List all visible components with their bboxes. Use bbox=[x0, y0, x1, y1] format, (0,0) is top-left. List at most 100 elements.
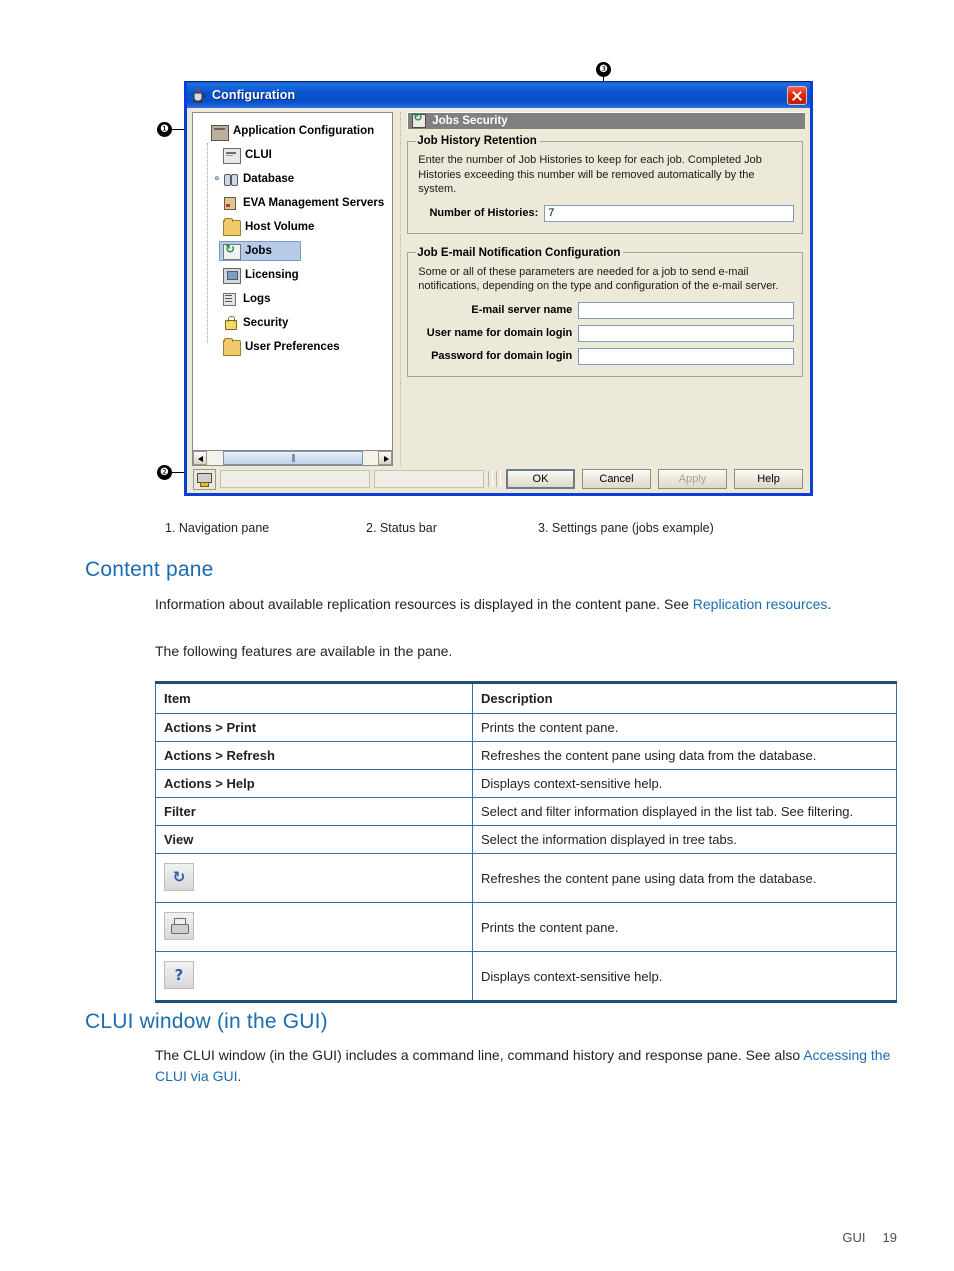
domain-username-label: User name for domain login bbox=[426, 327, 573, 339]
scroll-right-arrow-icon[interactable] bbox=[378, 451, 393, 465]
tree-item-label: CLUI bbox=[245, 149, 272, 161]
scroll-thumb[interactable] bbox=[223, 451, 363, 465]
tree-item-label: Licensing bbox=[245, 269, 299, 281]
logs-icon bbox=[223, 292, 239, 307]
dialog-panes: Application Configuration CLUI ⚬ Databas… bbox=[188, 108, 809, 466]
paragraph-text: The CLUI window (in the GUI) includes a … bbox=[155, 1047, 804, 1063]
cell-description: Refreshes the content pane using data fr… bbox=[472, 741, 897, 770]
email-server-name-row: E-mail server name bbox=[416, 301, 794, 319]
clui-icon bbox=[223, 148, 241, 164]
server-icon bbox=[223, 196, 239, 210]
tree-item-label: Logs bbox=[243, 293, 271, 305]
apply-button: Apply bbox=[658, 469, 727, 489]
java-coffee-cup-icon bbox=[191, 87, 207, 103]
cell-item-icon: ? bbox=[155, 951, 473, 1003]
content-pane-heading: Content pane bbox=[85, 558, 214, 581]
page-footer: GUI 19 bbox=[842, 1230, 897, 1245]
domain-username-input[interactable] bbox=[578, 324, 794, 342]
dialog-body: Application Configuration CLUI ⚬ Databas… bbox=[188, 108, 809, 492]
footer-page-number: 19 bbox=[882, 1230, 897, 1245]
tree-item-jobs[interactable]: Jobs bbox=[193, 239, 384, 263]
domain-username-row: User name for domain login bbox=[416, 324, 794, 342]
table-row: ↻ Refreshes the content pane using data … bbox=[155, 853, 897, 903]
tree-vertical-scrollbar[interactable] bbox=[384, 112, 394, 451]
figure-configuration-dialog: ❶ ❷ ❸ Configuration Application Configur… bbox=[0, 0, 954, 510]
job-email-notification-group: Job E-mail Notification Configuration So… bbox=[407, 246, 803, 377]
group-description: Enter the number of Job Histories to kee… bbox=[418, 154, 762, 195]
group-legend: Job History Retention bbox=[417, 135, 537, 147]
cell-description: Prints the content pane. bbox=[472, 713, 897, 742]
table-row: ? Displays context-sensitive help. bbox=[155, 951, 897, 1003]
email-server-name-label: E-mail server name bbox=[471, 304, 573, 316]
replication-resources-link[interactable]: Replication resources bbox=[693, 596, 828, 612]
cell-item: Actions > Print bbox=[155, 713, 473, 742]
print-icon bbox=[164, 911, 194, 940]
tree-item-logs[interactable]: Logs bbox=[193, 287, 384, 311]
settings-pane-content: Job History Retention Enter the number o… bbox=[407, 129, 805, 466]
refresh-icon: ↻ bbox=[164, 862, 194, 891]
cell-description: Select and filter information displayed … bbox=[472, 797, 897, 826]
status-bar: OK Cancel Apply Help bbox=[188, 466, 809, 492]
domain-password-input[interactable] bbox=[578, 347, 794, 365]
tree-item-label: User Preferences bbox=[245, 341, 340, 353]
tree-item-label: Jobs bbox=[245, 245, 272, 257]
paragraph-text-end: . bbox=[827, 596, 832, 612]
footer-chapter: GUI bbox=[842, 1230, 866, 1245]
settings-pane-header: Jobs Security bbox=[407, 111, 805, 129]
tree-horizontal-scrollbar[interactable] bbox=[192, 451, 394, 466]
close-icon[interactable] bbox=[787, 85, 807, 105]
tree-item-label: Application Configuration bbox=[233, 125, 375, 137]
cell-item-icon bbox=[155, 902, 473, 952]
tree-item-eva-management-servers[interactable]: EVA Management Servers bbox=[193, 191, 384, 215]
configuration-tree[interactable]: Application Configuration CLUI ⚬ Databas… bbox=[192, 112, 385, 451]
app-config-icon bbox=[211, 125, 229, 141]
status-separator bbox=[488, 471, 493, 487]
caption-item-2: 2. Status bar bbox=[366, 521, 437, 535]
table-row: Prints the content pane. bbox=[155, 902, 897, 952]
content-pane-paragraph-1: Information about available replication … bbox=[155, 594, 900, 615]
tree-item-label: Host Volume bbox=[245, 221, 315, 233]
status-message-field bbox=[220, 470, 370, 488]
clui-window-heading: CLUI window (in the GUI) bbox=[85, 1010, 328, 1033]
jobs-icon bbox=[223, 242, 241, 260]
settings-pane: Jobs Security Job History Retention Ente… bbox=[400, 111, 805, 466]
number-of-histories-input[interactable] bbox=[544, 204, 794, 222]
settings-pane-title: Jobs Security bbox=[432, 115, 508, 127]
email-server-name-input[interactable] bbox=[578, 301, 794, 319]
tree-item-application-configuration[interactable]: Application Configuration bbox=[193, 119, 384, 143]
cell-item: Actions > Refresh bbox=[155, 741, 473, 770]
help-button[interactable]: Help bbox=[734, 469, 803, 489]
table-row: Filter Select and filter information dis… bbox=[155, 797, 897, 826]
tree-item-user-preferences[interactable]: User Preferences bbox=[193, 335, 384, 359]
help-icon: ? bbox=[164, 960, 194, 989]
column-header-item: Item bbox=[155, 681, 473, 714]
ok-button-label: OK bbox=[532, 473, 549, 485]
folder-icon bbox=[223, 217, 241, 236]
scroll-left-arrow-icon[interactable] bbox=[193, 451, 207, 465]
help-button-label: Help bbox=[757, 473, 780, 485]
tree-expand-handle-icon[interactable]: ⚬ bbox=[211, 174, 223, 185]
navigation-pane: Application Configuration CLUI ⚬ Databas… bbox=[192, 112, 394, 466]
tree-item-security[interactable]: Security bbox=[193, 311, 384, 335]
dialog-button-bar: OK Cancel Apply Help bbox=[506, 469, 803, 489]
cell-description: Prints the content pane. bbox=[472, 902, 897, 952]
job-history-retention-group: Job History Retention Enter the number o… bbox=[407, 135, 803, 234]
group-description: Some or all of these parameters are need… bbox=[418, 265, 779, 293]
dialog-titlebar[interactable]: Configuration bbox=[185, 82, 812, 108]
tree-item-label: Security bbox=[243, 317, 289, 329]
status-secondary-field bbox=[374, 470, 484, 488]
cell-item: Filter bbox=[155, 797, 473, 826]
callout-1: ❶ bbox=[157, 122, 172, 137]
tree-item-label: EVA Management Servers bbox=[243, 197, 385, 209]
tree-item-host-volume[interactable]: Host Volume bbox=[193, 215, 384, 239]
cancel-button[interactable]: Cancel bbox=[582, 469, 651, 489]
tree-item-clui[interactable]: CLUI bbox=[193, 143, 384, 167]
domain-password-row: Password for domain login bbox=[416, 347, 794, 365]
tree-item-database[interactable]: ⚬ Database bbox=[193, 167, 384, 191]
status-connection-icon[interactable] bbox=[193, 468, 216, 490]
content-pane-paragraph-2: The following features are available in … bbox=[155, 643, 453, 659]
ok-button[interactable]: OK bbox=[506, 469, 575, 489]
scroll-track[interactable] bbox=[207, 451, 379, 465]
cancel-button-label: Cancel bbox=[599, 473, 634, 485]
tree-item-licensing[interactable]: Licensing bbox=[193, 263, 384, 287]
